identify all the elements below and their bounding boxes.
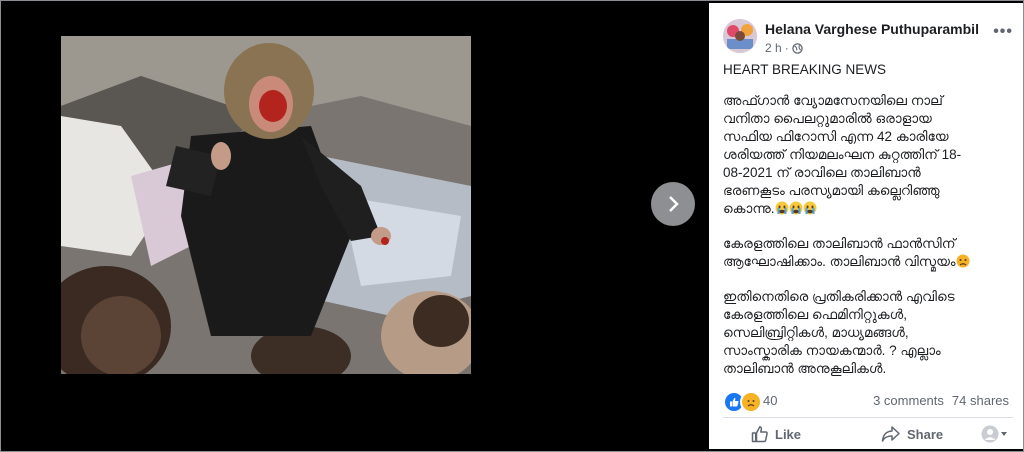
avatar-dropdown-icon [981,425,1007,443]
share-button[interactable]: Share [881,425,943,443]
sad-emoji [956,254,970,269]
reaction-icons[interactable] [723,391,762,413]
post-modal: Helana Varghese Puthuparambil 2 h · ••• … [0,0,1024,452]
action-divider [723,417,1013,418]
post-stats: 40 3 comments 74 shares [723,390,1013,413]
chevron-right-icon [669,196,679,212]
author-avatar[interactable] [723,19,757,53]
post-actions: Like Share [723,421,1013,447]
post-paragraph-2: കേരളത്തിലെ താലിബാൻ ഫാൻസിന് ആഘോഷിക്കാം. ത… [723,235,1013,271]
post-photo[interactable] [61,36,471,374]
post-header: Helana Varghese Puthuparambil 2 h · ••• [723,19,1019,59]
more-options-icon[interactable]: ••• [993,24,1013,40]
post-paragraph-1-text: അഫ്ഗാൻ വ്യോമസേനയിലെ നാല് വനിതാ പൈലറ്റുമാ… [723,93,962,216]
crying-emoji [775,201,817,216]
share-icon [881,426,900,442]
share-label: Share [907,426,944,442]
thumbs-up-icon [751,426,768,443]
engagement-counts: 3 comments 74 shares [873,393,1009,408]
next-photo-button[interactable] [651,182,695,226]
share-count[interactable]: 74 shares [952,393,1009,408]
post-paragraph-1: അഫ്ഗാൻ വ്യോമസേനയിലെ നാല് വനിതാ പൈലറ്റുമാ… [723,92,1013,218]
post-paragraph-2-text: കേരളത്തിലെ താലിബാൻ ഫാൻസിന് ആഘോഷിക്കാം. ത… [723,236,956,269]
sad-reaction-icon [740,391,762,413]
comment-count[interactable]: 3 comments [873,393,944,408]
post-paragraph-3: ഇതിനെതിരെ പ്രതികരിക്കാൻ എവിടെ കേരളത്തിലെ… [723,289,955,376]
reaction-count[interactable]: 40 [763,393,777,408]
photo-viewer [3,3,707,449]
like-label: Like [775,426,802,442]
post-details-panel: Helana Varghese Puthuparambil 2 h · ••• … [709,3,1023,449]
meta-separator: · [784,41,789,55]
post-body: HEART BREAKING NEWS അഫ്ഗാൻ വ്യോമസേനയിലെ … [723,61,1013,395]
post-headline: HEART BREAKING NEWS [723,62,887,77]
globe-icon [791,42,803,54]
like-button[interactable]: Like [751,425,801,443]
avatar-dropdown[interactable] [981,425,1011,443]
post-meta: 2 h · [765,41,803,55]
post-time[interactable]: 2 h [765,41,782,55]
author-name[interactable]: Helana Varghese Puthuparambil [765,21,979,37]
